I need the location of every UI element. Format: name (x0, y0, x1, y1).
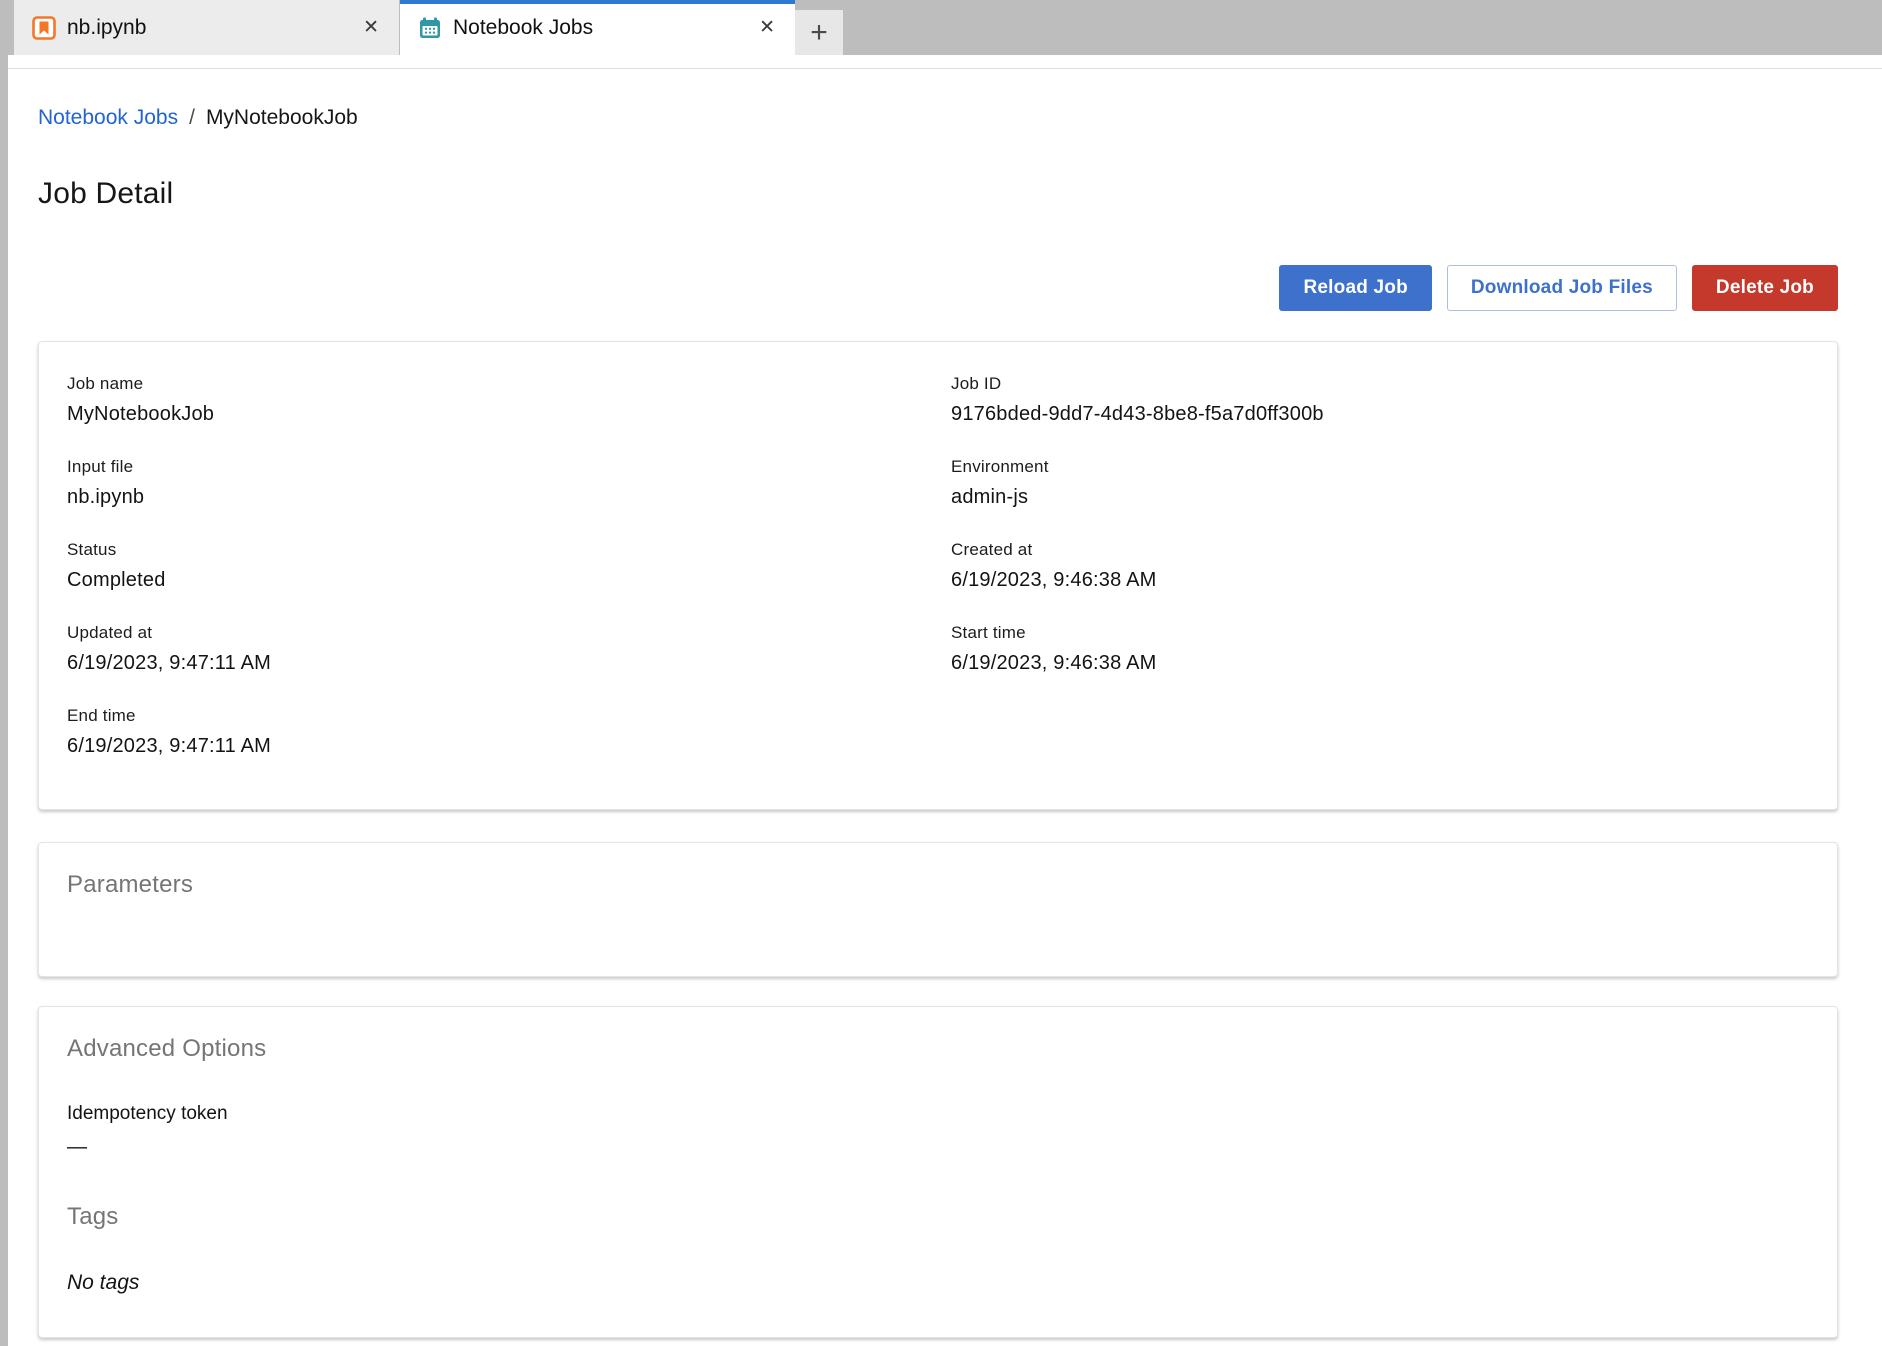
breadcrumb: Notebook Jobs / MyNotebookJob (38, 106, 1838, 130)
field-created-at: Created at 6/19/2023, 9:46:38 AM (951, 540, 1809, 592)
idempotency-token-label: Idempotency token (67, 1103, 1809, 1125)
detail-column-right: Job ID 9176bded-9dd7-4d43-8be8-f5a7d0ff3… (951, 374, 1809, 789)
new-tab-button[interactable]: + (795, 10, 843, 55)
tab-notebook-jobs[interactable]: Notebook Jobs ✕ (400, 0, 795, 55)
advanced-options-heading: Advanced Options (67, 1035, 1809, 1063)
field-value: Completed (67, 569, 951, 592)
parameters-heading: Parameters (67, 871, 1809, 899)
tags-heading: Tags (67, 1203, 1809, 1231)
field-environment: Environment admin-js (951, 457, 1809, 509)
field-label: End time (67, 706, 951, 726)
field-label: Input file (67, 457, 951, 477)
field-input-file: Input file nb.ipynb (67, 457, 951, 509)
job-actions-toolbar: Reload Job Download Job Files Delete Job (38, 265, 1838, 311)
field-value: 6/19/2023, 9:46:38 AM (951, 569, 1809, 592)
field-job-id: Job ID 9176bded-9dd7-4d43-8be8-f5a7d0ff3… (951, 374, 1809, 426)
field-value: MyNotebookJob (67, 403, 951, 426)
breadcrumb-current: MyNotebookJob (206, 106, 358, 130)
field-value: 6/19/2023, 9:47:11 AM (67, 735, 951, 758)
parameters-card: Parameters (38, 842, 1838, 977)
field-start-time: Start time 6/19/2023, 9:46:38 AM (951, 623, 1809, 675)
field-label: Created at (951, 540, 1809, 560)
field-label: Status (67, 540, 951, 560)
field-value: 6/19/2023, 9:47:11 AM (67, 652, 951, 675)
field-updated-at: Updated at 6/19/2023, 9:47:11 AM (67, 623, 951, 675)
dock-tab-bar: nb.ipynb ✕ Notebook Jobs ✕ + (0, 0, 1882, 55)
field-label: Job name (67, 374, 951, 394)
tab-label: Notebook Jobs (453, 16, 744, 40)
reload-job-button[interactable]: Reload Job (1279, 265, 1431, 311)
field-label: Environment (951, 457, 1809, 477)
calendar-icon (418, 16, 442, 40)
field-value: 9176bded-9dd7-4d43-8be8-f5a7d0ff300b (951, 403, 1809, 426)
field-job-name: Job name MyNotebookJob (67, 374, 951, 426)
sidebar-edge (0, 55, 8, 1346)
field-label: Updated at (67, 623, 951, 643)
close-icon[interactable]: ✕ (359, 16, 383, 39)
breadcrumb-link-notebook-jobs[interactable]: Notebook Jobs (38, 106, 178, 130)
idempotency-token-value: — (67, 1136, 1809, 1159)
field-value: nb.ipynb (67, 486, 951, 509)
field-status: Status Completed (67, 540, 951, 592)
download-job-files-button[interactable]: Download Job Files (1447, 265, 1677, 311)
tab-label: nb.ipynb (67, 16, 348, 40)
advanced-options-card: Advanced Options Idempotency token — Tag… (38, 1006, 1838, 1338)
delete-job-button[interactable]: Delete Job (1692, 265, 1838, 311)
close-icon[interactable]: ✕ (755, 16, 779, 39)
field-label: Job ID (951, 374, 1809, 394)
job-detail-view: Notebook Jobs / MyNotebookJob Job Detail… (8, 55, 1882, 1338)
breadcrumb-separator: / (189, 106, 195, 130)
notebook-icon (32, 16, 56, 40)
detail-column-left: Job name MyNotebookJob Input file nb.ipy… (67, 374, 951, 789)
no-tags-text: No tags (67, 1271, 1809, 1295)
field-label: Start time (951, 623, 1809, 643)
job-detail-card: Job name MyNotebookJob Input file nb.ipy… (38, 341, 1838, 810)
tab-nb-ipynb[interactable]: nb.ipynb ✕ (14, 0, 400, 55)
field-value: 6/19/2023, 9:46:38 AM (951, 652, 1809, 675)
field-value: admin-js (951, 486, 1809, 509)
page-title: Job Detail (38, 177, 1838, 211)
field-end-time: End time 6/19/2023, 9:47:11 AM (67, 706, 951, 758)
